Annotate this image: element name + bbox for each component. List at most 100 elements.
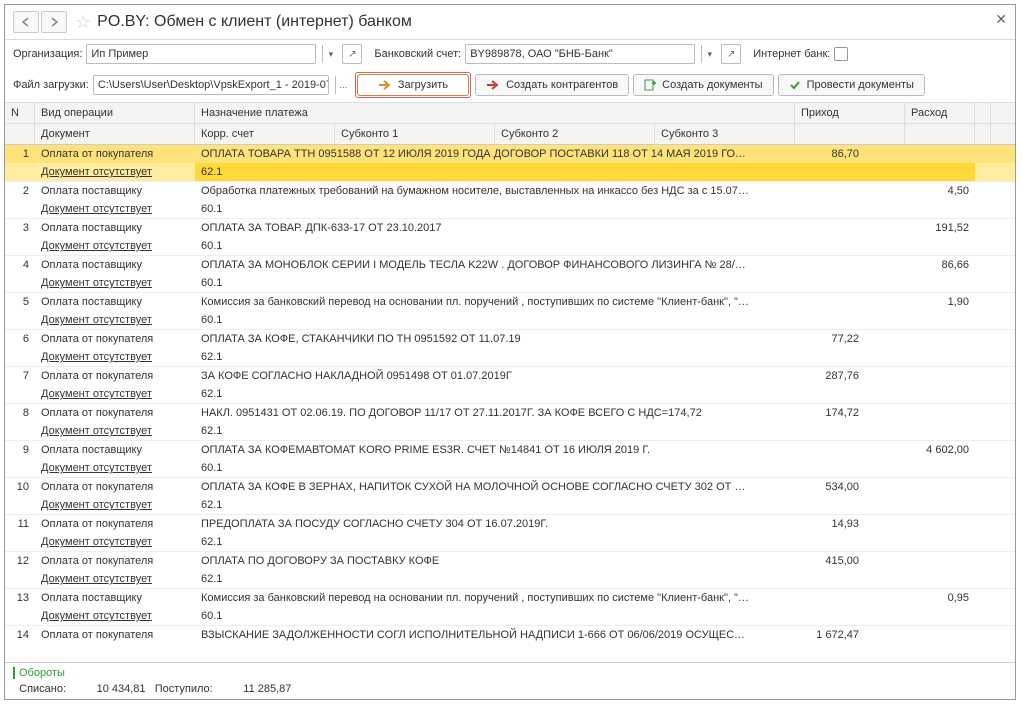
cell-document-link[interactable]: Документ отсутствует [35,644,195,645]
cell-operation: Оплата от покупателя [35,145,195,163]
create-counterparties-button[interactable]: Создать контрагентов [475,74,629,96]
cell-purpose: Обработка платежных требований на бумажн… [195,182,755,200]
header-n[interactable]: N [5,103,35,123]
create-documents-button[interactable]: Создать документы [633,74,773,96]
bank-account-open-button[interactable]: ↗ [721,44,741,64]
cell-operation: Оплата поставщику [35,182,195,200]
cell-operation: Оплата поставщику [35,219,195,237]
header-sub3[interactable]: Субконто 3 [655,124,795,144]
cell-n: 11 [5,515,35,533]
close-button[interactable]: ✕ [995,11,1007,28]
cell-expense [865,558,975,564]
cell-purpose: ОПЛАТА ЗА ТОВАР. ДПК-633-17 ОТ 23.10.201… [195,219,755,237]
cell-expense: 191,52 [865,219,975,237]
window-title: PO.BY: Обмен с клиент (интернет) банком [97,13,412,31]
bank-account-value: BY989878, ОАО "БНБ-Банк" [470,48,613,60]
header-expense[interactable]: Расход [905,103,975,123]
load-button[interactable]: Загрузить [357,74,469,96]
header-document[interactable]: Документ [35,124,195,144]
cell-document-link[interactable]: Документ отсутствует [35,570,195,588]
cell-document-link[interactable]: Документ отсутствует [35,459,195,477]
cell-document-link[interactable]: Документ отсутствует [35,607,195,625]
cell-n: 6 [5,330,35,348]
cell-operation: Оплата от покупателя [35,367,195,385]
table-row[interactable]: 14Оплата от покупателяВЗЫСКАНИЕ ЗАДОЛЖЕН… [5,626,1015,645]
nav-back-button[interactable] [13,11,39,33]
table-row[interactable]: 7Оплата от покупателяЗА КОФЕ СОГЛАСНО НА… [5,367,1015,404]
cell-account: 62.1 [195,496,975,514]
header-operation-type[interactable]: Вид операции [35,103,195,123]
cell-account: 60.1 [195,200,975,218]
create-documents-label: Создать документы [662,79,762,91]
cell-document-link[interactable]: Документ отсутствует [35,385,195,403]
table-row[interactable]: 11Оплата от покупателяПРЕДОПЛАТА ЗА ПОСУ… [5,515,1015,552]
bank-account-input[interactable]: BY989878, ОАО "БНБ-Банк" [465,44,695,64]
cell-document-link[interactable]: Документ отсутствует [35,163,195,181]
table-row[interactable]: 4Оплата поставщикуОПЛАТА ЗА МОНОБЛОК СЕР… [5,256,1015,293]
cell-n: 2 [5,182,35,200]
cell-operation: Оплата поставщику [35,441,195,459]
file-load-input[interactable]: C:\Users\User\Desktop\VpskExport_1 - 201… [93,75,329,95]
cell-purpose: ВЗЫСКАНИЕ ЗАДОЛЖЕННОСТИ СОГЛ ИСПОЛНИТЕЛЬ… [195,626,755,644]
titlebar: ☆ PO.BY: Обмен с клиент (интернет) банко… [5,5,1015,40]
organization-input[interactable]: Ип Пример [86,44,316,64]
header-payment-purpose[interactable]: Назначение платежа [195,103,795,123]
cell-income: 174,72 [755,404,865,422]
cell-income [755,225,865,231]
cell-account: 60.1 [195,237,975,255]
table-row[interactable]: 6Оплата от покупателяОПЛАТА ЗА КОФЕ, СТА… [5,330,1015,367]
cell-income [755,262,865,268]
cell-n: 3 [5,219,35,237]
organization-dropdown-button[interactable]: ▾ [322,45,338,63]
table-row[interactable]: 13Оплата поставщикуКомиссия за банковски… [5,589,1015,626]
header-corr-account[interactable]: Корр. счет [195,124,335,144]
header-sub1[interactable]: Субконто 1 [335,124,495,144]
cell-document-link[interactable]: Документ отсутствует [35,348,195,366]
cell-expense [865,151,975,157]
cell-document-link[interactable]: Документ отсутствует [35,533,195,551]
cell-expense [865,336,975,342]
table-row[interactable]: 5Оплата поставщикуКомиссия за банковский… [5,293,1015,330]
cell-account: 60.1 [195,311,975,329]
organization-open-button[interactable]: ↗ [342,44,362,64]
cell-n: 5 [5,293,35,311]
header-empty2 [795,124,905,144]
table-row[interactable]: 3Оплата поставщикуОПЛАТА ЗА ТОВАР. ДПК-6… [5,219,1015,256]
table-row[interactable]: 10Оплата от покупателяОПЛАТА ЗА КОФЕ В З… [5,478,1015,515]
written-off-value: 10 434,81 [97,683,146,695]
grid-body[interactable]: 1Оплата от покупателяОПЛАТА ТОВАРА ТТН 0… [5,145,1015,645]
cell-document-link[interactable]: Документ отсутствует [35,200,195,218]
bank-account-dropdown-button[interactable]: ▾ [701,45,717,63]
nav-forward-button[interactable] [41,11,67,33]
scrollbar-header2 [975,124,991,144]
cell-n: 10 [5,478,35,496]
table-row[interactable]: 9Оплата поставщикуОПЛАТА ЗА КОФЕМАВТОМАТ… [5,441,1015,478]
cell-document-link[interactable]: Документ отсутствует [35,422,195,440]
cell-document-link[interactable]: Документ отсутствует [35,237,195,255]
post-documents-button[interactable]: Провести документы [778,74,925,96]
cell-document-link[interactable]: Документ отсутствует [35,496,195,514]
cell-purpose: ЗА КОФЕ СОГЛАСНО НАКЛАДНОЙ 0951498 ОТ 01… [195,367,755,385]
table-row[interactable]: 1Оплата от покупателяОПЛАТА ТОВАРА ТТН 0… [5,145,1015,182]
header-income[interactable]: Приход [795,103,905,123]
header-sub2[interactable]: Субконто 2 [495,124,655,144]
organization-label: Организация: [13,48,82,60]
cell-account: 60.1 [195,274,975,292]
main-window: ☆ PO.BY: Обмен с клиент (интернет) банко… [4,4,1016,700]
scrollbar-header [975,103,991,123]
table-row[interactable]: 8Оплата от покупателяНАКЛ. 0951431 ОТ 02… [5,404,1015,441]
cell-purpose: ОПЛАТА ТОВАРА ТТН 0951588 ОТ 12 ИЮЛЯ 201… [195,145,755,163]
cell-document-link[interactable]: Документ отсутствует [35,274,195,292]
table-row[interactable]: 2Оплата поставщикуОбработка платежных тр… [5,182,1015,219]
table-row[interactable]: 12Оплата от покупателяОПЛАТА ПО ДОГОВОРУ… [5,552,1015,589]
cell-operation: Оплата от покупателя [35,478,195,496]
favorite-star-icon[interactable]: ☆ [75,12,91,33]
cell-document-link[interactable]: Документ отсутствует [35,311,195,329]
cell-account: 62.1 [195,533,975,551]
received-label: Поступило: [155,683,213,695]
cell-income: 77,22 [755,330,865,348]
cell-expense: 86,66 [865,256,975,274]
file-load-browse-button[interactable]: … [335,76,351,94]
internet-bank-checkbox[interactable] [834,47,848,61]
cell-income [755,447,865,453]
